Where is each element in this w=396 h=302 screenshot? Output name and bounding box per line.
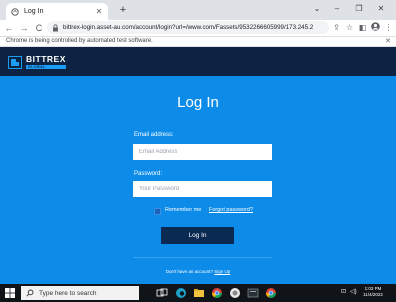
browser-tab[interactable]: Log In ✕ [6, 3, 108, 20]
address-bar[interactable]: bittrex-login.asset-au.com/account/login… [47, 21, 329, 34]
edge-browser-icon[interactable] [175, 287, 187, 299]
new-tab-button[interactable]: + [117, 3, 129, 17]
signup-prompt: Don't have an account? Sign Up [0, 269, 396, 274]
tab-title: Log In [24, 8, 44, 15]
chrome-active-icon[interactable] [265, 287, 277, 299]
side-panel-icon[interactable]: ◧ [357, 22, 368, 34]
forward-arrow-icon[interactable]: → [18, 21, 30, 35]
no-account-text: Don't have an account? [165, 269, 213, 274]
minimize-button[interactable]: – [328, 2, 346, 16]
tab-search-dropdown-icon[interactable]: ⌄ [308, 2, 326, 16]
password-field[interactable] [133, 181, 272, 197]
remember-me-label[interactable]: Remember me [165, 207, 201, 213]
forgot-password-link[interactable]: Forgot password? [209, 207, 253, 213]
divider [133, 257, 272, 258]
url-text[interactable]: bittrex-login.asset-au.com/account/login… [63, 24, 313, 31]
login-panel: Log In Email address: Password: Remember… [0, 76, 396, 284]
email-field[interactable] [133, 144, 272, 160]
page-title: Log In [177, 94, 219, 111]
site-header: BITTREX GLOBAL [0, 47, 396, 76]
restore-button[interactable]: ❐ [350, 2, 368, 16]
bittrex-logo[interactable]: BITTREX GLOBAL [8, 55, 66, 69]
windows-start-icon[interactable] [4, 287, 16, 299]
taskbar-search-box[interactable]: Type here to search [21, 286, 139, 300]
back-arrow-icon[interactable]: ← [3, 21, 15, 35]
taskbar-clock[interactable]: 1:03 PM 11/4/2022 [359, 286, 387, 298]
password-label: Password: [134, 171, 163, 177]
tab-close-icon[interactable]: ✕ [95, 7, 103, 16]
taskbar-search-text: Type here to search [39, 289, 97, 297]
network-icon[interactable]: ⊡ [341, 288, 346, 295]
file-explorer-icon[interactable] [193, 287, 205, 299]
task-view-icon[interactable] [156, 287, 168, 299]
menu-kebab-icon[interactable]: ⋮ [383, 22, 394, 34]
profile-avatar-icon[interactable] [370, 22, 381, 34]
brand-name: BITTREX [26, 54, 66, 64]
app-icon[interactable] [229, 287, 241, 299]
app-icon-2[interactable] [247, 287, 259, 299]
volume-icon[interactable]: ◁) [350, 288, 357, 295]
remember-me-checkbox[interactable] [154, 208, 161, 215]
browser-toolbar: ← → C bittrex-login.asset-au.com/account… [0, 20, 396, 36]
bittrex-logo-icon [8, 55, 22, 69]
bookmark-star-icon[interactable]: ☆ [344, 22, 355, 34]
search-icon [26, 289, 34, 297]
infobar-close-icon[interactable]: ✕ [385, 37, 391, 45]
site-favicon-icon [11, 7, 19, 16]
automation-infobar: Chrome is being controlled by automated … [0, 36, 396, 47]
login-button[interactable]: Log In [161, 227, 234, 244]
reload-icon[interactable]: C [33, 21, 45, 35]
brand-sub: GLOBAL [26, 65, 66, 69]
browser-tab-bar: Log In ✕ + ⌄ – ❐ ✕ [0, 0, 396, 20]
lock-icon [53, 23, 58, 31]
chrome-icon[interactable] [211, 287, 223, 299]
share-icon[interactable]: ⇪ [331, 22, 342, 34]
windows-taskbar: Type here to search ⊡ ◁) 1:03 PM 11/4/20… [0, 284, 396, 302]
signup-link[interactable]: Sign Up [214, 269, 230, 274]
email-label: Email address: [134, 132, 174, 138]
close-window-button[interactable]: ✕ [372, 2, 390, 16]
clock-date: 11/4/2022 [363, 292, 383, 297]
automation-message: Chrome is being controlled by automated … [6, 38, 153, 44]
